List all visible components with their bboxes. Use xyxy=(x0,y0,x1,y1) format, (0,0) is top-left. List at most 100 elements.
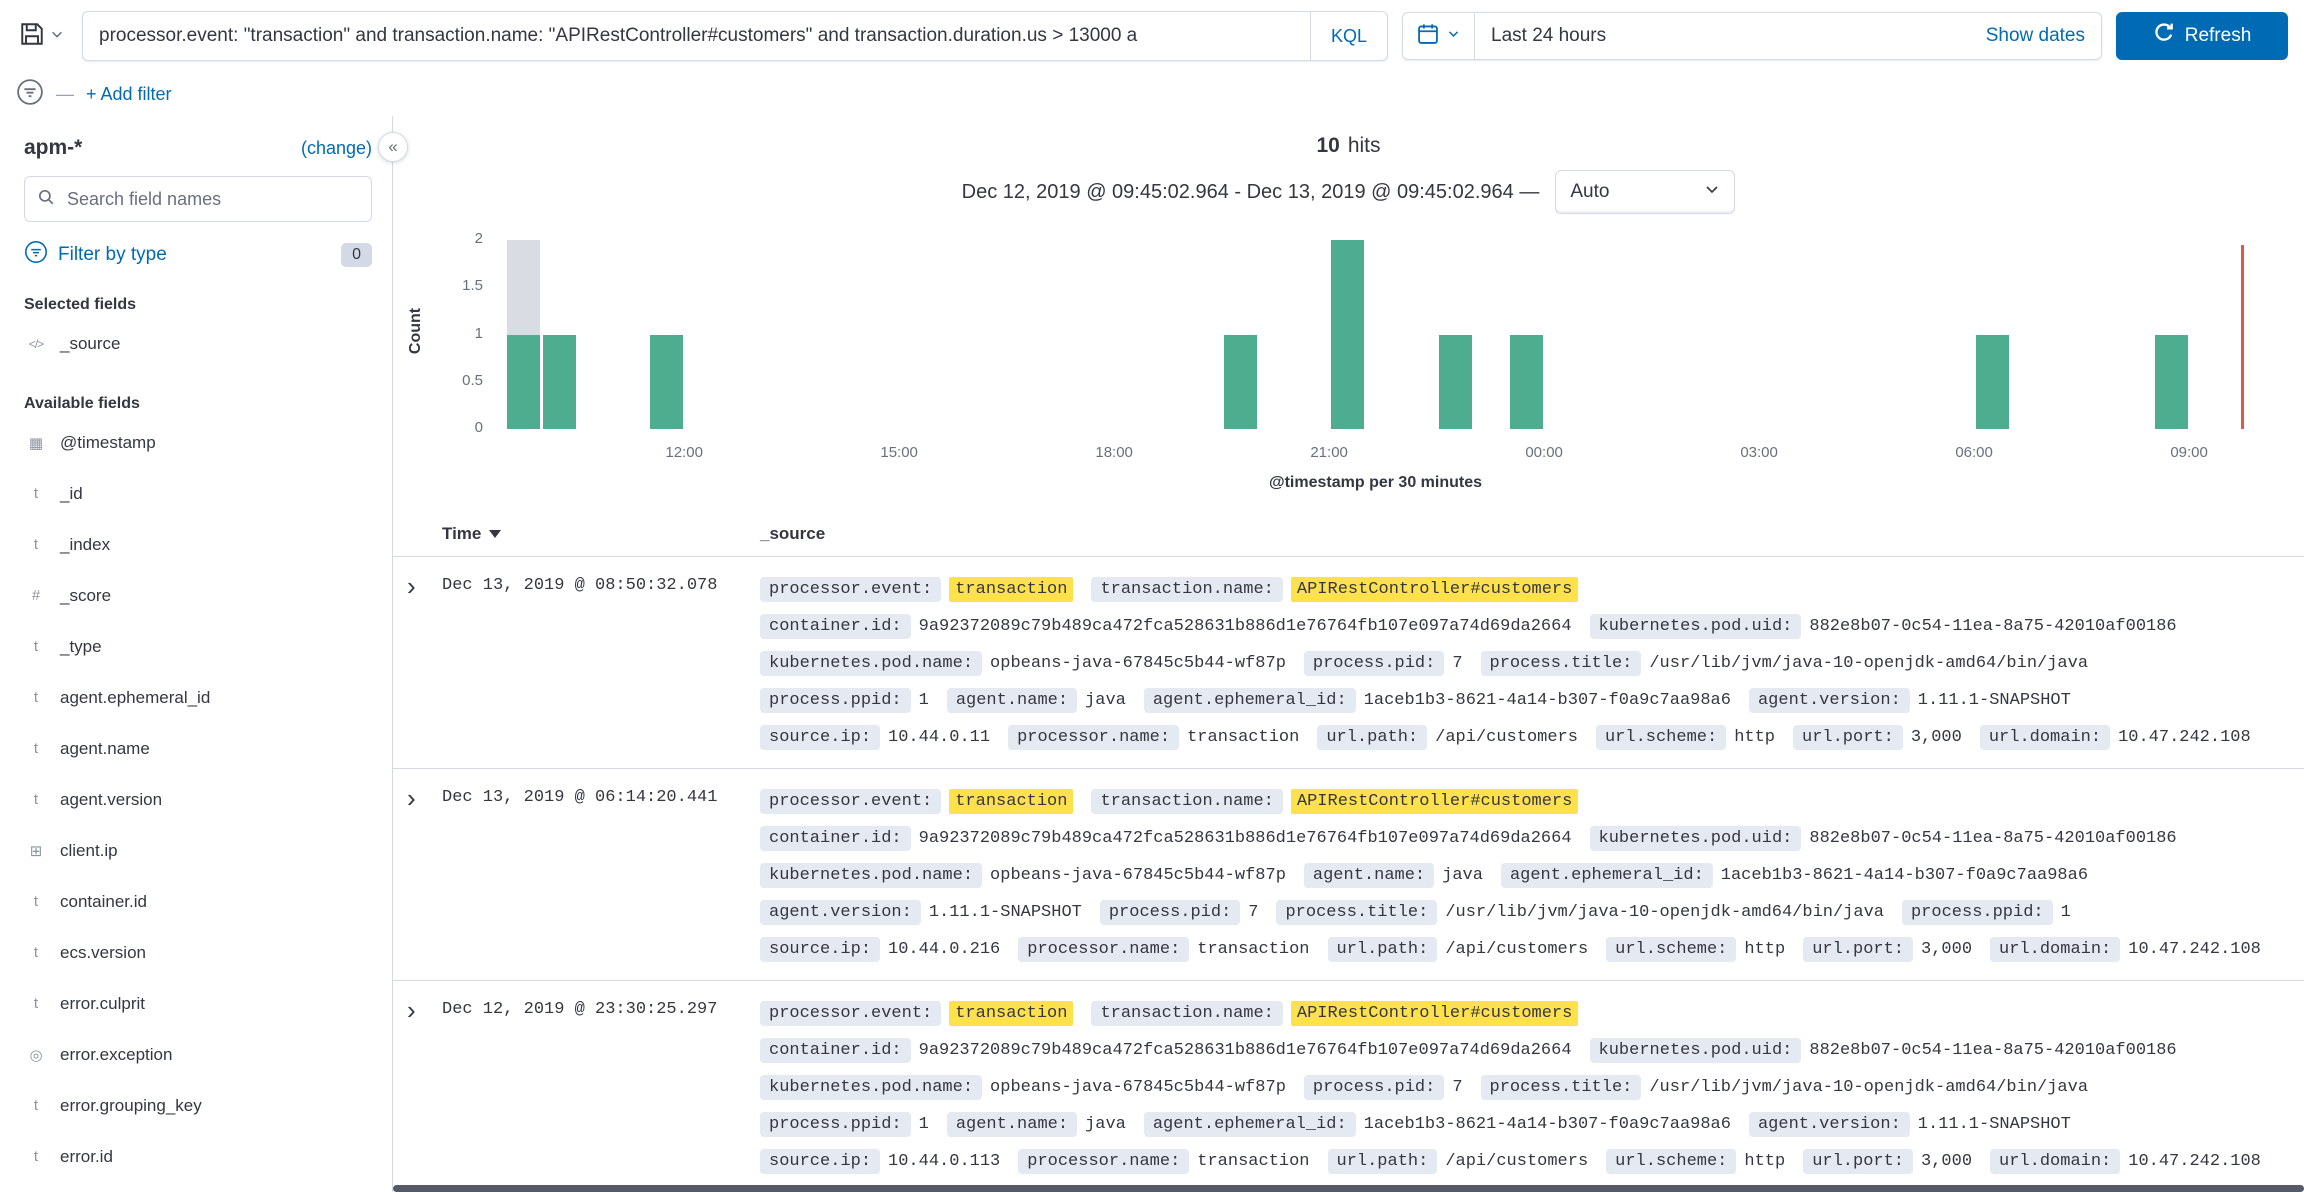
histogram-bar[interactable] xyxy=(650,335,683,430)
filter-bar: — + Add filter xyxy=(0,72,2304,116)
field-name-pill: url.domain: xyxy=(1990,937,2120,962)
x-tick-label: 06:00 xyxy=(1929,444,2019,461)
field-name-pill: url.path: xyxy=(1317,725,1427,750)
source-line: processor.event:transactiontransaction.n… xyxy=(760,783,2288,820)
expand-row-icon[interactable]: › xyxy=(393,995,442,1180)
t-icon: t xyxy=(24,689,48,706)
field-name-pill: agent.ephemeral_id: xyxy=(1501,863,1713,888)
field-value: 10.44.0.11 xyxy=(888,728,990,747)
field-item-@timestamp[interactable]: ▦@timestamp xyxy=(24,417,372,468)
current-time-marker xyxy=(2241,245,2244,429)
field-value: opbeans-java-67845c5b44-wf87p xyxy=(990,654,1286,673)
expand-row-icon[interactable]: › xyxy=(393,783,442,968)
field-item-_source[interactable]: </>_source xyxy=(24,318,372,369)
change-index-pattern-link[interactable]: (change) xyxy=(301,138,372,159)
t-icon: t xyxy=(24,1097,48,1114)
field-item-error.exception[interactable]: ◎ error.exception xyxy=(24,1029,372,1080)
collapse-sidebar-button[interactable]: « xyxy=(378,132,408,162)
refresh-button[interactable]: Refresh xyxy=(2116,12,2288,60)
histogram-bar[interactable] xyxy=(1331,240,1364,429)
y-tick-label: 1.5 xyxy=(423,277,483,294)
filter-by-type-button[interactable]: Filter by type 0 xyxy=(24,240,372,270)
histogram-bar[interactable] xyxy=(1224,335,1257,430)
field-item-_score[interactable]: #_score xyxy=(24,570,372,621)
row-source: processor.event:transactiontransaction.n… xyxy=(760,783,2304,968)
t-icon: t xyxy=(24,638,48,655)
field-value: 10.44.0.113 xyxy=(888,1152,1000,1171)
field-value: /api/customers xyxy=(1445,940,1588,959)
field-item-_type[interactable]: t_type xyxy=(24,621,372,672)
source-line: agent.version:1.11.1-SNAPSHOTprocess.pid… xyxy=(760,894,2288,931)
filter-options-icon[interactable] xyxy=(16,78,44,111)
histogram-bar[interactable] xyxy=(2155,335,2188,430)
add-filter-button[interactable]: + Add filter xyxy=(86,84,172,105)
filter-bar-divider: — xyxy=(56,84,74,105)
field-item-container.id[interactable]: tcontainer.id xyxy=(24,876,372,927)
histogram-bar[interactable] xyxy=(1439,335,1472,430)
search-input[interactable] xyxy=(65,188,359,211)
main-panel: 10hits Dec 12, 2019 @ 09:45:02.964 - Dec… xyxy=(393,116,2304,1192)
t-icon: t xyxy=(24,536,48,553)
field-item-_id[interactable]: t_id xyxy=(24,468,372,519)
field-name-pill: url.port: xyxy=(1803,937,1913,962)
y-axis: 00.511.52 xyxy=(423,222,483,432)
field-item-_index[interactable]: t_index xyxy=(24,519,372,570)
field-item-error.culprit[interactable]: terror.culprit xyxy=(24,978,372,1029)
t-icon: t xyxy=(24,485,48,502)
field-value: 882e8b07-0c54-11ea-8a75-42010af00186 xyxy=(1809,1041,2176,1060)
field-value: transaction xyxy=(1197,940,1309,959)
field-name-pill: processor.event: xyxy=(760,577,941,602)
field-item-error.grouping_key[interactable]: terror.grouping_key xyxy=(24,1080,372,1131)
field-name: error.exception xyxy=(60,1045,172,1065)
field-name-pill: agent.name: xyxy=(947,688,1077,713)
query-language-button[interactable]: KQL xyxy=(1310,12,1387,60)
field-value: 9a92372089c79b489ca472fca528631b886d1e76… xyxy=(919,1041,1572,1060)
hits-label: hits xyxy=(1348,134,1381,157)
show-dates-button[interactable]: Show dates xyxy=(1970,25,2101,47)
date-quick-menu-button[interactable] xyxy=(1403,13,1475,59)
field-value: /api/customers xyxy=(1435,728,1578,747)
filter-icon xyxy=(24,240,48,270)
row-timestamp: Dec 12, 2019 @ 23:30:25.297 xyxy=(442,995,760,1180)
field-value: 9a92372089c79b489ca472fca528631b886d1e76… xyxy=(919,617,1572,636)
field-item-ecs.version[interactable]: tecs.version xyxy=(24,927,372,978)
query-input[interactable]: processor.event: "transaction" and trans… xyxy=(83,12,1310,60)
question-icon: ◎ xyxy=(24,1046,48,1064)
histogram-bar[interactable] xyxy=(1976,335,2009,430)
time-column-header[interactable]: Time xyxy=(442,524,760,544)
x-axis-title: @timestamp per 30 minutes xyxy=(505,474,2246,492)
expand-row-icon[interactable]: › xyxy=(393,571,442,756)
field-item-agent.name[interactable]: tagent.name xyxy=(24,723,372,774)
time-column-label: Time xyxy=(442,524,481,544)
x-tick-label: 15:00 xyxy=(854,444,944,461)
time-range-label[interactable]: Last 24 hours xyxy=(1475,25,1622,47)
histogram-chart: Count 00.511.52 12:0015:0018:0021:0000:0… xyxy=(393,222,2304,504)
field-item-agent.ephemeral_id[interactable]: tagent.ephemeral_id xyxy=(24,672,372,723)
histogram-bar[interactable] xyxy=(507,335,540,430)
field-item-agent.version[interactable]: tagent.version xyxy=(24,774,372,825)
field-value: opbeans-java-67845c5b44-wf87p xyxy=(990,866,1286,885)
source-line: kubernetes.pod.name:opbeans-java-67845c5… xyxy=(760,1069,2288,1106)
index-pattern-title: apm-* xyxy=(24,136,82,160)
y-tick-label: 1 xyxy=(423,325,483,342)
horizontal-scrollbar[interactable] xyxy=(393,1185,2304,1192)
field-name: container.id xyxy=(60,892,147,912)
source-line: container.id:9a92372089c79b489ca472fca52… xyxy=(760,608,2288,645)
field-name-pill: kubernetes.pod.name: xyxy=(760,863,982,888)
field-name-pill: process.ppid: xyxy=(1902,900,2053,925)
interval-select[interactable]: Auto xyxy=(1555,170,1735,214)
field-name-pill: url.port: xyxy=(1793,725,1903,750)
field-item-error.id[interactable]: terror.id xyxy=(24,1131,372,1182)
saved-query-menu-button[interactable] xyxy=(16,12,68,60)
field-value: 7 xyxy=(1248,903,1258,922)
selected-fields-heading: Selected fields xyxy=(24,296,372,314)
t-icon: t xyxy=(24,1148,48,1165)
histogram-bar[interactable] xyxy=(1510,335,1543,430)
field-value: 1.11.1-SNAPSHOT xyxy=(1918,691,2071,710)
histogram-bar[interactable] xyxy=(543,335,576,430)
field-name: agent.version xyxy=(60,790,162,810)
field-item-client.ip[interactable]: ⊞client.ip xyxy=(24,825,372,876)
field-name-pill: agent.ephemeral_id: xyxy=(1144,1112,1356,1137)
field-name-pill: url.path: xyxy=(1328,937,1438,962)
sort-desc-icon[interactable] xyxy=(489,530,501,538)
